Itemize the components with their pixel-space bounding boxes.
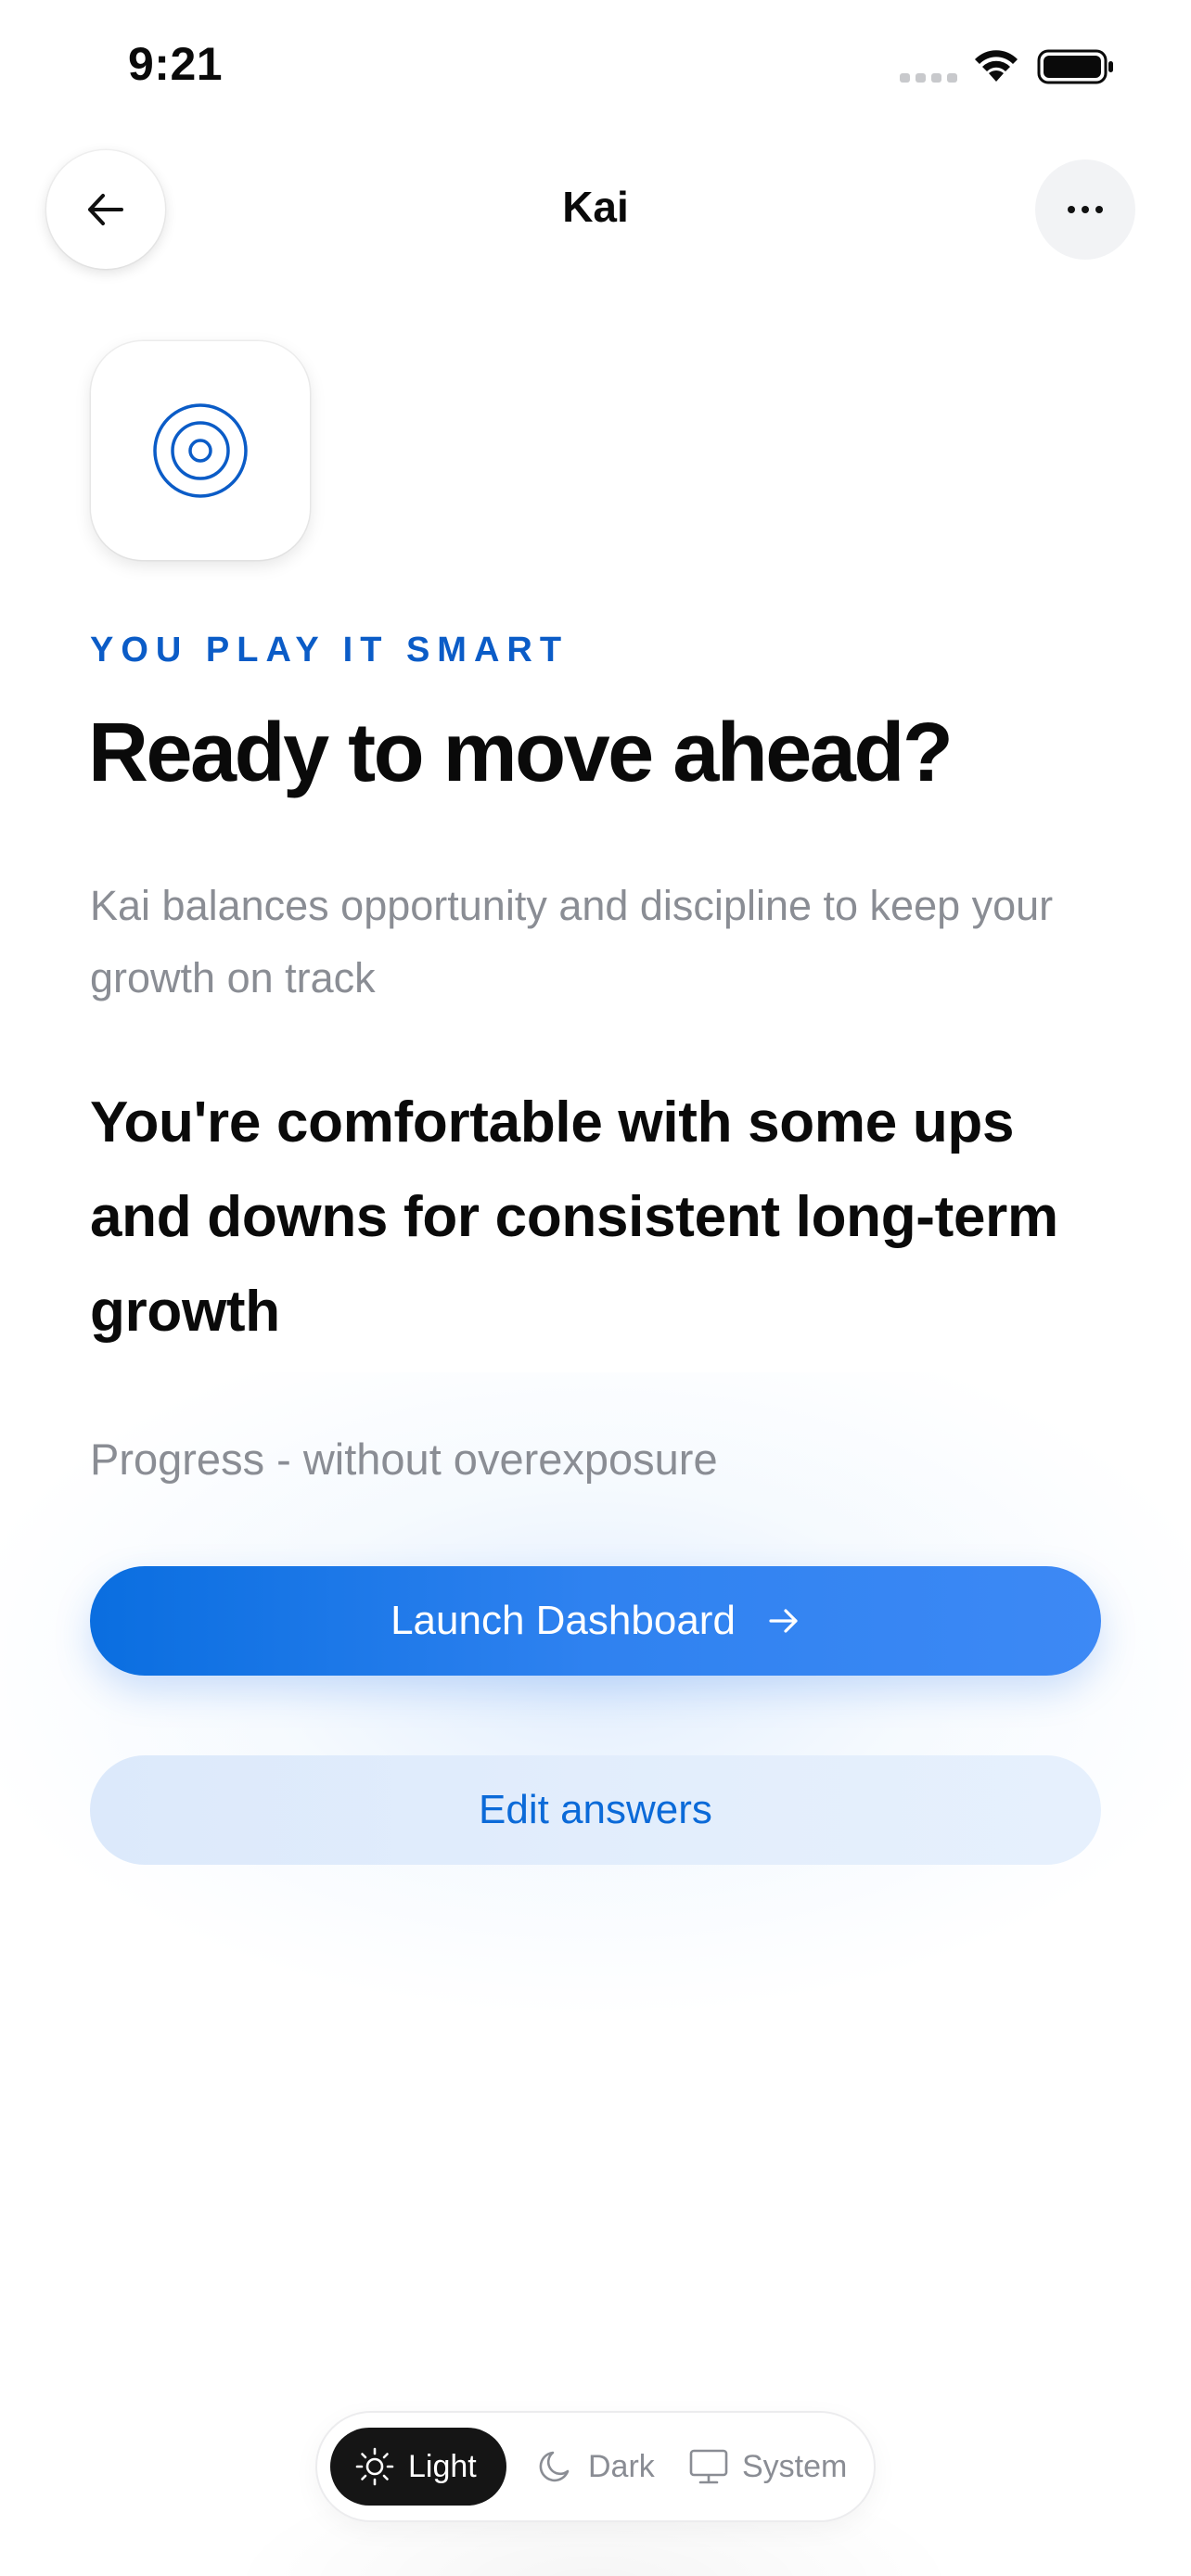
- status-time: 9:21: [128, 38, 224, 90]
- app-icon-tile: [91, 341, 310, 560]
- theme-option-label: Light: [408, 2448, 477, 2484]
- wifi-icon: [975, 50, 1018, 82]
- launch-dashboard-button[interactable]: Launch Dashboard: [90, 1566, 1101, 1676]
- page-title: Ready to move ahead?: [88, 707, 954, 799]
- tagline: Progress - without overexposure: [90, 1435, 718, 1484]
- eyebrow-label: YOU PLAY IT SMART: [90, 631, 570, 670]
- status-bar: 9:21: [0, 0, 1191, 139]
- theme-option-label: Dark: [588, 2448, 655, 2484]
- theme-switcher: Light Dark System: [317, 2413, 874, 2520]
- edit-answers-button[interactable]: Edit answers: [90, 1755, 1101, 1865]
- battery-icon: [1037, 49, 1113, 84]
- sun-icon: [355, 2447, 394, 2486]
- subtitle: Kai balances opportunity and discipline …: [90, 882, 1054, 1001]
- arrow-right-icon: [767, 1604, 800, 1638]
- monitor-icon: [689, 2449, 728, 2484]
- more-options-button[interactable]: [1035, 159, 1135, 260]
- moon-icon: [539, 2451, 570, 2482]
- launch-dashboard-label: Launch Dashboard: [391, 1598, 736, 1643]
- edit-answers-label: Edit answers: [479, 1787, 712, 1832]
- theme-option-dark[interactable]: Dark: [519, 2428, 664, 2506]
- nav-title: Kai: [562, 183, 629, 231]
- ellipsis-horizontal-icon: [1068, 206, 1103, 213]
- target-rings-icon: [153, 403, 248, 498]
- theme-option-label: System: [742, 2448, 848, 2484]
- theme-option-light[interactable]: Light: [330, 2428, 506, 2506]
- screen: 9:21 Kai YOU PLAY IT SMART Ready to move…: [0, 0, 1191, 2576]
- theme-option-system[interactable]: System: [675, 2428, 868, 2506]
- profile-statement: You're comfortable with some ups and dow…: [90, 1090, 1058, 1344]
- cellular-signal-icon: [900, 73, 957, 83]
